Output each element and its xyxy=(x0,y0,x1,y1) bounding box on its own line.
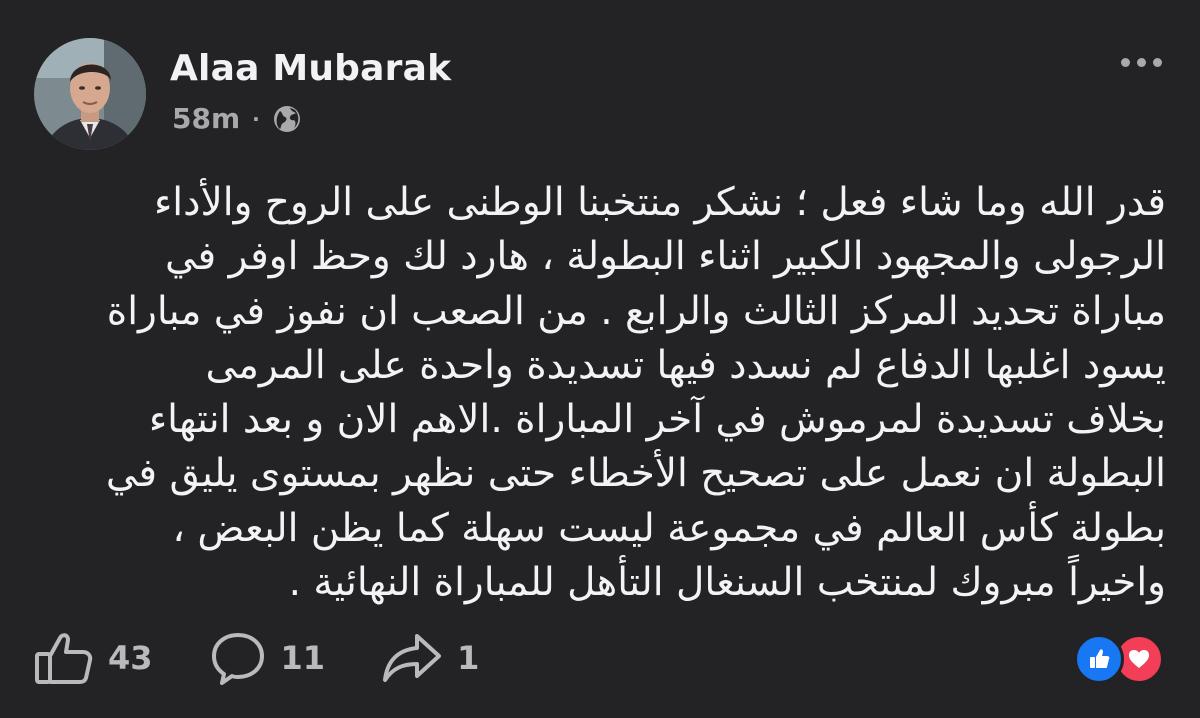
like-button[interactable]: 43 xyxy=(34,630,153,686)
post-actions: 43 11 1 xyxy=(34,630,535,686)
thumbs-up-icon xyxy=(34,630,94,686)
more-options-icon[interactable] xyxy=(1121,58,1162,67)
like-reaction-icon xyxy=(1074,634,1124,684)
author-name[interactable]: Alaa Mubarak xyxy=(170,48,451,89)
share-count: 1 xyxy=(457,639,480,677)
profile-photo xyxy=(34,38,146,150)
post-time[interactable]: 58m xyxy=(172,102,240,135)
like-count: 43 xyxy=(108,639,153,677)
comment-button[interactable]: 11 xyxy=(209,630,326,686)
post-card: Alaa Mubarak 58m · قدر الله وما شاء فعل … xyxy=(0,0,1200,718)
post-text-line: البطولة ان نعمل على تصحيح الأخطاء حتى نظ… xyxy=(105,451,1166,497)
post-text-line: مباراة تحديد المركز الثالث والرابع . من … xyxy=(106,288,1166,334)
post-text-line: بطولة كأس العالم في مجموعة ليست سهلة كما… xyxy=(172,505,1166,551)
post-text-line: الرجولى والمجهود الكبير اثناء البطولة ، … xyxy=(165,234,1166,280)
more-dot xyxy=(1137,58,1146,67)
globe-icon xyxy=(272,104,302,134)
post-text: قدر الله وما شاء فعل ؛ نشكر منتخبنا الوط… xyxy=(34,176,1166,610)
share-button[interactable]: 1 xyxy=(381,630,479,686)
post-text-line: يسود اغلبها الدفاع لم نسدد فيها تسديدة و… xyxy=(205,342,1166,388)
post-meta: 58m · xyxy=(172,102,302,135)
comment-count: 11 xyxy=(280,639,326,677)
reactions-summary[interactable] xyxy=(1074,634,1166,684)
comment-icon xyxy=(209,630,267,686)
post-text-line: واخيراً مبروك لمنتخب السنغال التأهل للمب… xyxy=(288,560,1166,606)
share-icon xyxy=(381,630,443,686)
meta-separator: · xyxy=(252,106,260,131)
post-text-line: قدر الله وما شاء فعل ؛ نشكر منتخبنا الوط… xyxy=(153,180,1166,225)
post-text-line: بخلاف تسديدة لمرموش في آخر المباراة .الا… xyxy=(148,397,1166,443)
more-dot xyxy=(1153,58,1162,67)
more-dot xyxy=(1121,58,1130,67)
avatar[interactable] xyxy=(34,38,146,150)
